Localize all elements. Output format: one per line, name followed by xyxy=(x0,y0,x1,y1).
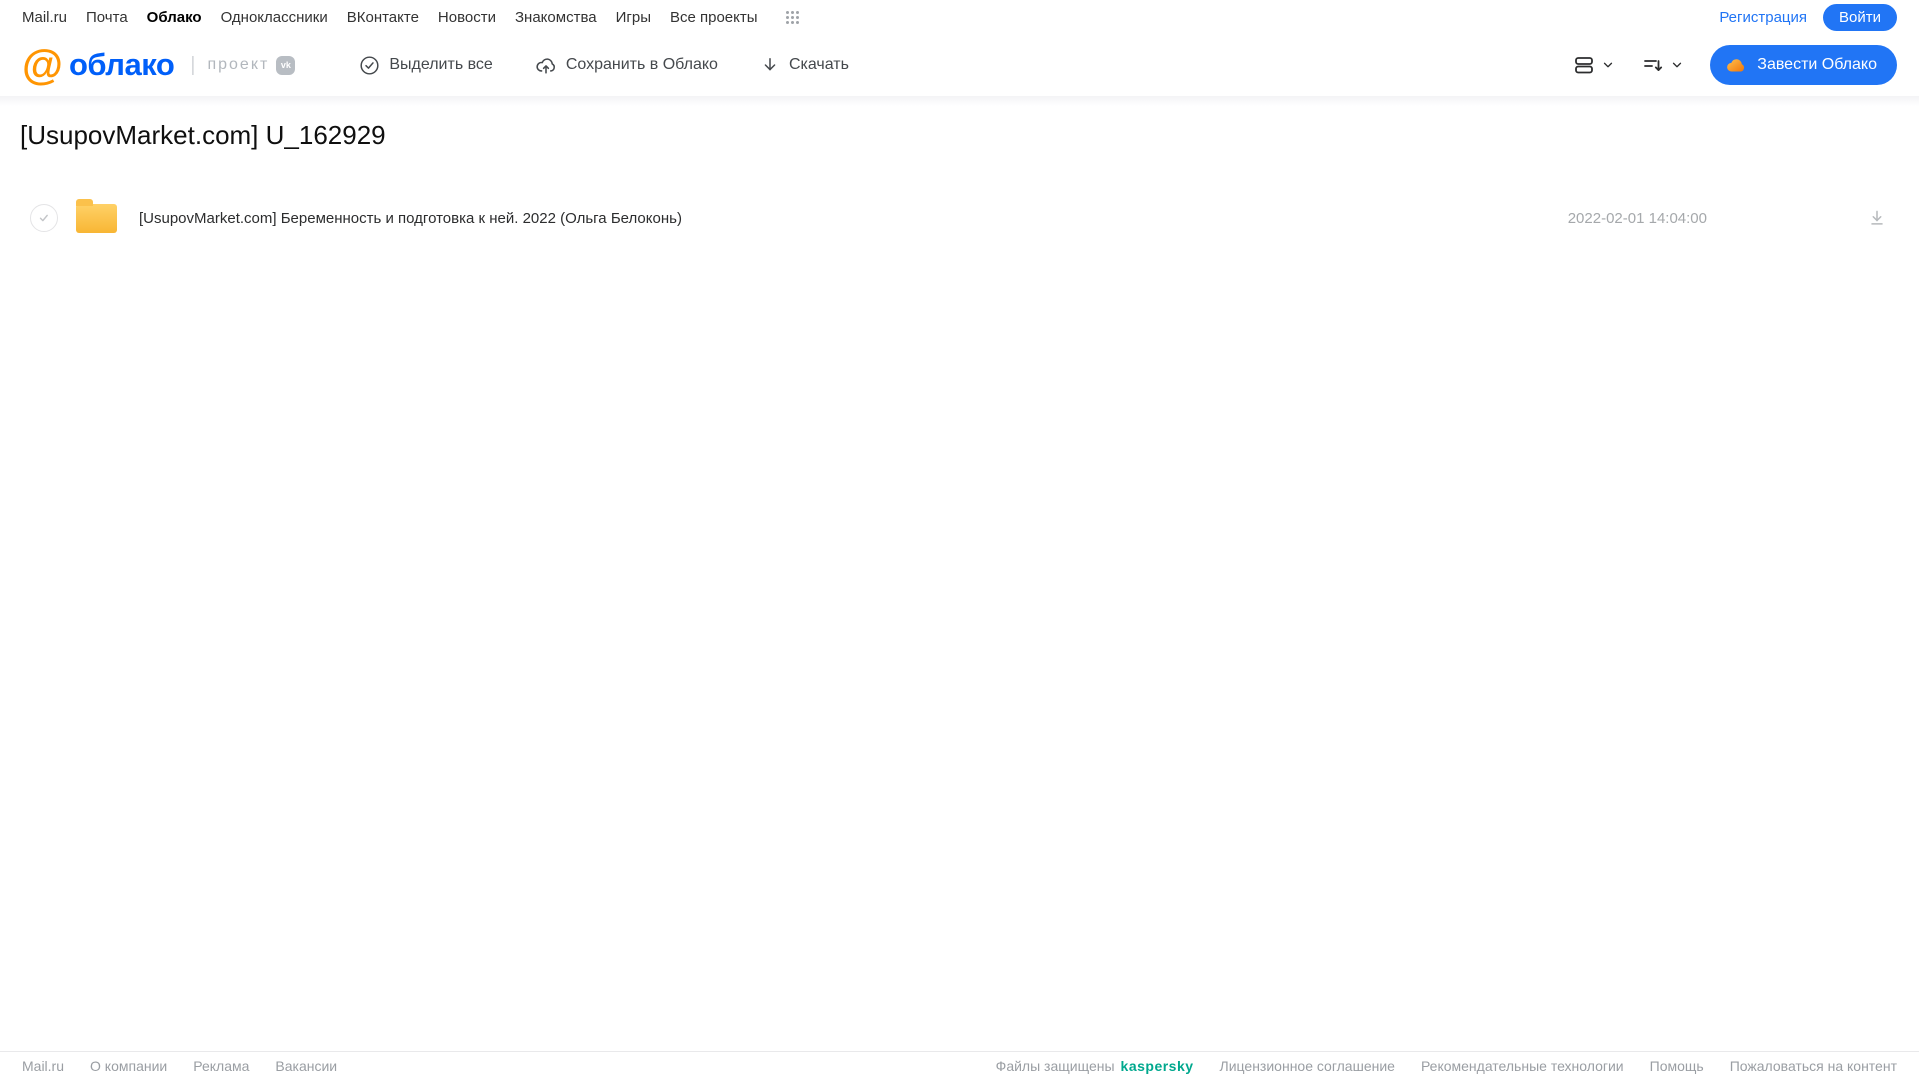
file-toolbar: Выделить все Сохранить в Облако Скачать xyxy=(359,54,849,76)
kaspersky-link[interactable]: kaspersky xyxy=(1121,1058,1194,1074)
nav-znakomstva[interactable]: Знакомства xyxy=(515,9,597,26)
nav-oblako[interactable]: Облако xyxy=(147,9,202,26)
cloud-logo[interactable]: @ облако | проект vk xyxy=(22,41,296,88)
logo-divider: | xyxy=(190,53,196,76)
nav-odnoklassniki[interactable]: Одноклассники xyxy=(221,9,328,26)
file-name-link[interactable]: [UsupovMarket.com] Беременность и подгот… xyxy=(139,210,682,227)
nav-igry[interactable]: Игры xyxy=(616,9,651,26)
footer: Mail.ru О компании Реклама Вакансии Файл… xyxy=(0,1051,1919,1079)
check-circle-icon xyxy=(359,55,380,76)
portal-nav-links: Mail.ru Почта Облако Одноклассники ВКонт… xyxy=(22,9,800,26)
file-row[interactable]: [UsupovMarket.com] Беременность и подгот… xyxy=(20,196,1899,240)
nav-vse-proekty[interactable]: Все проекты xyxy=(670,9,758,26)
footer-left-links: Mail.ru О компании Реклама Вакансии xyxy=(22,1058,337,1074)
select-all-button[interactable]: Выделить все xyxy=(359,55,493,76)
file-date: 2022-02-01 14:04:00 xyxy=(1567,209,1707,227)
footer-ads-link[interactable]: Реклама xyxy=(193,1058,249,1074)
files-protected-label: Файлы защищены xyxy=(995,1057,1115,1074)
all-projects-grid-icon[interactable] xyxy=(785,10,800,25)
view-mode-selector[interactable] xyxy=(1572,53,1615,77)
chevron-down-icon xyxy=(1601,58,1615,72)
get-cloud-label: Завести Облако xyxy=(1757,56,1877,73)
portal-nav: Mail.ru Почта Облако Одноклассники ВКонт… xyxy=(0,0,1919,34)
cloud-upload-icon xyxy=(535,54,557,76)
download-icon xyxy=(760,55,780,75)
footer-about-link[interactable]: О компании xyxy=(90,1058,167,1074)
footer-jobs-link[interactable]: Вакансии xyxy=(275,1058,337,1074)
save-to-cloud-button[interactable]: Сохранить в Облако xyxy=(535,54,718,76)
logo-text: облако xyxy=(68,47,175,82)
kaspersky-protection: Файлы защищены kaspersky xyxy=(996,1058,1194,1074)
mailru-at-icon: @ xyxy=(22,41,63,88)
chevron-down-icon xyxy=(1670,58,1684,72)
login-button[interactable]: Войти xyxy=(1823,3,1897,31)
save-to-cloud-label: Сохранить в Облако xyxy=(565,56,718,73)
get-cloud-button[interactable]: Завести Облако xyxy=(1710,45,1897,85)
nav-novosti[interactable]: Новости xyxy=(438,9,496,26)
nav-pochta[interactable]: Почта xyxy=(86,9,128,26)
row-download-icon[interactable] xyxy=(1867,208,1887,228)
row-checkbox[interactable] xyxy=(30,204,58,232)
header: @ облако | проект vk Выделить все Сохран… xyxy=(0,34,1919,96)
footer-mailru-link[interactable]: Mail.ru xyxy=(22,1058,64,1074)
download-label: Скачать xyxy=(788,56,849,73)
header-divider xyxy=(0,96,1919,106)
sort-icon xyxy=(1641,53,1665,77)
registration-link[interactable]: Регистрация xyxy=(1719,9,1807,26)
footer-recommend-tech-link[interactable]: Рекомендательные технологии xyxy=(1421,1058,1624,1074)
header-controls: Завести Облако xyxy=(1572,45,1897,85)
sort-selector[interactable] xyxy=(1641,53,1684,77)
footer-license-link[interactable]: Лицензионное соглашение xyxy=(1220,1058,1395,1074)
nav-mailru[interactable]: Mail.ru xyxy=(22,9,67,26)
project-label: проект xyxy=(207,56,270,73)
footer-help-link[interactable]: Помощь xyxy=(1650,1058,1704,1074)
select-all-label: Выделить все xyxy=(389,56,493,73)
list-view-icon xyxy=(1572,53,1596,77)
nav-vkontakte[interactable]: ВКонтакте xyxy=(347,9,419,26)
vk-badge-icon: vk xyxy=(276,55,296,75)
footer-report-content-link[interactable]: Пожаловаться на контент xyxy=(1730,1058,1897,1074)
download-button[interactable]: Скачать xyxy=(760,55,849,75)
page-title: [UsupovMarket.com] U_162929 xyxy=(20,120,386,150)
cloud-logo-icon xyxy=(1724,53,1748,77)
folder-icon xyxy=(76,198,117,233)
footer-right-links: Файлы защищены kaspersky Лицензионное со… xyxy=(996,1058,1897,1074)
